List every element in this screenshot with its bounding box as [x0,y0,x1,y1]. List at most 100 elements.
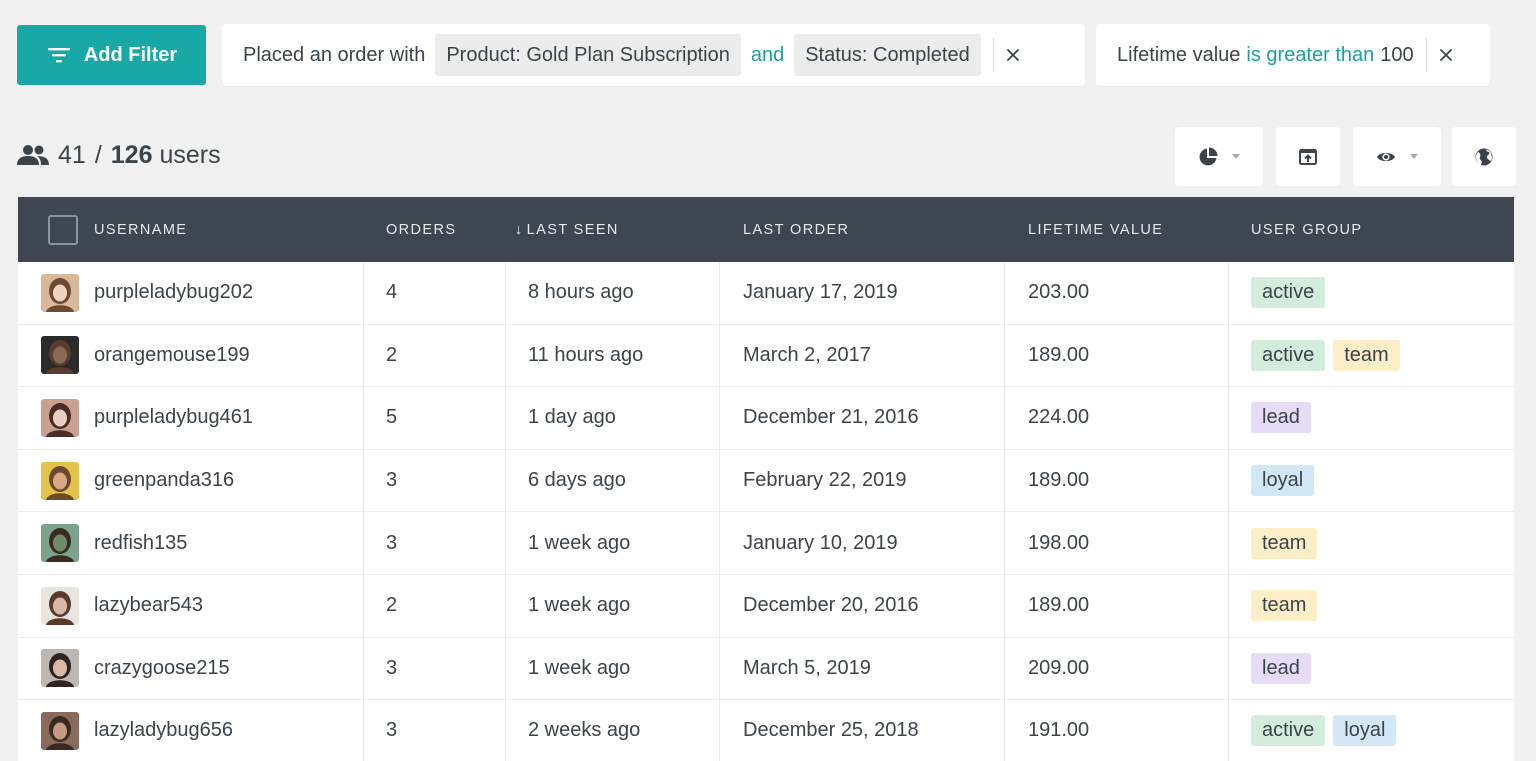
column-divider [1004,324,1005,387]
avatar-image [41,711,79,750]
column-divider [505,324,506,387]
orders-cell: 3 [386,469,398,492]
column-divider [1228,387,1229,449]
column-divider [363,512,364,574]
user-group-tag[interactable]: loyal [1333,715,1397,747]
filter-chip-product[interactable]: Product: Gold Plan Subscription [435,34,741,76]
filter-chip-status[interactable]: Status: Completed [794,34,981,76]
close-icon [1006,49,1019,61]
column-header-last-seen[interactable]: ↓ LAST SEEN [515,197,619,262]
table-header: USERNAME ORDERS ↓ LAST SEEN LAST ORDER L… [18,197,1514,262]
column-divider [363,449,364,512]
last-order-cell: December 20, 2016 [743,594,919,617]
last-seen-cell: 11 hours ago [528,343,644,366]
user-group-tag[interactable]: team [1251,590,1318,622]
select-all-checkbox[interactable] [48,215,78,245]
avatar-image [41,336,79,375]
column-header-orders[interactable]: ORDERS [386,197,456,262]
user-group-tag[interactable]: active [1251,339,1326,371]
username-link[interactable]: redfish135 [94,512,187,574]
username-link[interactable]: purpleladybug202 [94,262,253,324]
column-header-username[interactable]: USERNAME [94,197,187,262]
filter-lifetime-value[interactable]: Lifetime value is greater than 100 [1096,24,1490,86]
user-group-tag[interactable]: lead [1251,402,1311,434]
user-group-cell: lead [1251,638,1311,700]
user-group-tag[interactable]: active [1251,715,1326,747]
lifetime-value-cell: 189.00 [1028,594,1090,617]
avatar [41,586,79,625]
table-row[interactable]: lazyladybug656 3 2 weeks ago December 25… [18,700,1514,761]
user-group-cell: loyal [1251,450,1315,512]
column-divider [719,512,720,574]
column-divider [719,700,720,761]
column-divider [719,449,720,512]
filter-operator[interactable]: is greater than [1246,44,1374,67]
table-row[interactable]: greenpanda316 3 6 days ago February 22, … [18,449,1514,513]
orders-cell: 2 [386,594,398,617]
map-view-button[interactable] [1452,127,1516,186]
column-header-last-order[interactable]: LAST ORDER [743,197,849,262]
filter-operator[interactable]: and [751,44,784,67]
column-divider [363,574,364,637]
user-group-tag[interactable]: team [1333,339,1400,371]
user-group-tag[interactable]: team [1251,527,1318,559]
column-header-user-group[interactable]: USER GROUP [1251,197,1363,262]
column-divider [505,700,506,761]
table-row[interactable]: purpleladybug461 5 1 day ago December 21… [18,387,1514,450]
username-link[interactable]: lazybear543 [94,575,203,637]
avatar [41,711,79,750]
lifetime-value-cell: 198.00 [1028,531,1090,554]
filter-order-product[interactable]: Placed an order with Product: Gold Plan … [222,24,1085,86]
column-divider [719,387,720,449]
table-row[interactable]: orangemouse199 2 11 hours ago March 2, 2… [18,324,1514,388]
avatar-image [41,586,79,625]
columns-visibility-button[interactable] [1353,127,1441,186]
username-link[interactable]: greenpanda316 [94,450,234,512]
last-order-cell: December 25, 2018 [743,719,919,742]
eye-icon [1377,152,1395,161]
pie-chart-icon [1199,147,1218,165]
orders-cell: 3 [386,531,398,554]
user-group-tag[interactable]: loyal [1251,465,1315,497]
user-group-tag[interactable]: lead [1251,652,1311,684]
last-seen-cell: 1 week ago [528,656,631,679]
add-filter-button[interactable]: Add Filter [17,25,206,85]
column-divider [363,700,364,761]
table-row[interactable]: crazygoose215 3 1 week ago March 5, 2019… [18,637,1514,701]
column-header-lifetime-value[interactable]: LIFETIME VALUE [1028,197,1163,262]
column-divider [1228,324,1229,387]
orders-cell: 3 [386,719,398,742]
last-order-cell: February 22, 2019 [743,469,907,492]
filter-icon [47,48,70,63]
lifetime-value-cell: 209.00 [1028,656,1090,679]
username-link[interactable]: purpleladybug461 [94,387,253,449]
user-group-tag[interactable]: active [1251,277,1326,309]
user-group-cell: active [1251,262,1326,324]
column-divider [719,637,720,700]
table-row[interactable]: redfish135 3 1 week ago January 10, 2019… [18,512,1514,575]
table-row[interactable]: lazybear543 2 1 week ago December 20, 20… [18,574,1514,638]
lifetime-value-cell: 189.00 [1028,343,1090,366]
column-divider [1004,262,1005,324]
table-row[interactable]: purpleladybug202 4 8 hours ago January 1… [18,262,1514,325]
column-divider [505,512,506,574]
lifetime-value-cell: 203.00 [1028,281,1090,304]
avatar-image [41,398,79,437]
avatar-image [41,461,79,500]
username-link[interactable]: lazyladybug656 [94,700,233,761]
column-divider [363,262,364,324]
username-link[interactable]: crazygoose215 [94,638,230,700]
column-header-last-seen-label: LAST SEEN [526,221,619,238]
column-divider [1228,262,1229,324]
segments-dropdown-button[interactable] [1175,127,1263,186]
remove-filter-button[interactable] [1427,35,1465,75]
remove-filter-button[interactable] [994,35,1032,75]
last-seen-cell: 1 week ago [528,531,631,554]
column-divider [1004,637,1005,700]
column-divider [505,637,506,700]
export-button[interactable] [1276,127,1340,186]
filter-value[interactable]: 100 [1380,44,1413,67]
username-link[interactable]: orangemouse199 [94,325,250,387]
avatar-image [41,524,79,563]
user-group-cell: active loyal [1251,700,1397,761]
